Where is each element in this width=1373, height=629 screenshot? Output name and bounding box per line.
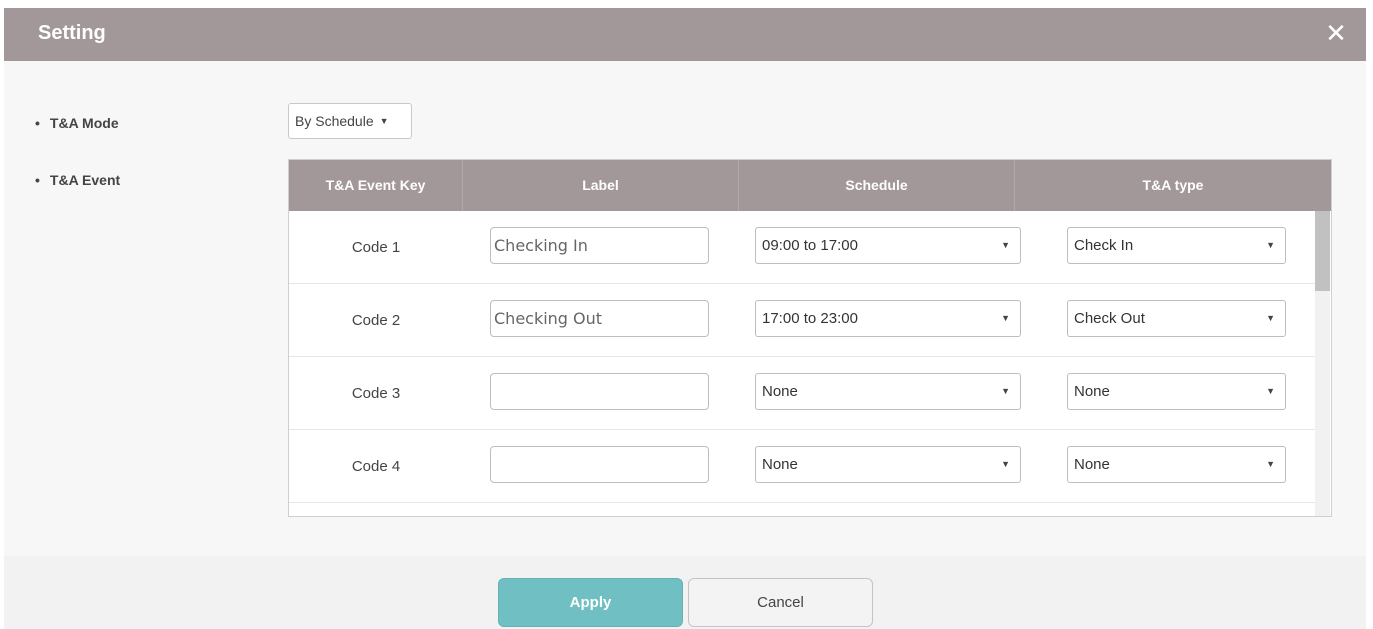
scrollbar-thumb[interactable] [1315,211,1330,291]
dialog-titlebar: Setting ✕ [4,8,1366,61]
ta-event-label-text: T&A Event [49,172,121,188]
bullet: • [35,115,40,131]
label-input[interactable]: Checking In [490,227,709,264]
schedule-value: 17:00 to 23:00 [762,310,858,327]
table-body: Code 1 Checking In 09:00 to 17:00 ▼ Check… [289,211,1315,516]
dialog-footer: Apply Cancel [4,556,1366,629]
ta-type-value: None [1074,456,1110,473]
schedule-select[interactable]: 17:00 to 23:00 ▼ [755,300,1021,337]
ta-type-select[interactable]: Check Out ▼ [1067,300,1286,337]
chevron-down-icon: ▼ [1266,459,1275,469]
ta-type-select[interactable]: Check In ▼ [1067,227,1286,264]
bullet: • [35,172,40,188]
chevron-down-icon: ▼ [1266,386,1275,396]
column-header-ta-type: T&A type [1142,177,1204,193]
schedule-select[interactable]: 09:00 to 17:00 ▼ [755,227,1021,264]
settings-dialog: Setting ✕ • T&A Mode • T&A Event By Schedu… [4,8,1366,629]
chevron-down-icon: ▼ [1001,459,1010,469]
event-key: Code 1 [351,238,401,256]
column-header-event-key: T&A Event Key [289,160,463,211]
event-key: Code 3 [351,384,401,402]
event-key: Code 2 [351,311,401,329]
table-row: Code 1 Checking In 09:00 to 17:00 ▼ Check… [289,211,1315,284]
ta-type-value: None [1074,383,1110,400]
label-input[interactable]: Checking Out [490,300,709,337]
label-input[interactable] [490,446,709,483]
column-header-label: Label [463,160,739,211]
schedule-select[interactable]: None ▼ [755,373,1021,410]
chevron-down-icon: ▼ [1001,240,1010,250]
chevron-down-icon: ▼ [1266,313,1275,323]
close-icon[interactable]: ✕ [1324,20,1348,46]
chevron-down-icon: ▼ [1266,240,1275,250]
table-row: Code 4 None ▼ None ▼ [289,430,1315,503]
schedule-select[interactable]: None ▼ [755,446,1021,483]
ta-type-select[interactable]: None ▼ [1067,446,1286,483]
ta-mode-label: • T&A Mode [35,115,119,131]
event-key: Code 4 [351,457,401,475]
schedule-value: None [762,383,798,400]
ta-mode-label-text: T&A Mode [49,115,119,131]
cancel-button[interactable]: Cancel [688,578,873,627]
chevron-down-icon: ▼ [1001,313,1010,323]
apply-button[interactable]: Apply [498,578,683,627]
table-row: Code 2 Checking Out 17:00 to 23:00 ▼ Chec… [289,284,1315,357]
table-scrollbar[interactable] [1315,211,1330,516]
table-row: Code 3 None ▼ None ▼ [289,357,1315,430]
ta-type-value: Check In [1074,237,1134,254]
ta-event-label: • T&A Event [35,172,120,188]
chevron-down-icon: ▼ [379,116,389,126]
schedule-value: None [762,456,798,473]
dialog-title: Setting [38,22,106,44]
schedule-value: 09:00 to 17:00 [762,237,858,254]
ta-type-select[interactable]: None ▼ [1067,373,1286,410]
ta-type-value: Check Out [1074,310,1145,327]
ta-mode-value: By Schedule [295,113,374,129]
ta-event-table: T&A Event Key Label Schedule T&A type Co… [288,159,1332,517]
table-header: T&A Event Key Label Schedule T&A type [289,160,1331,211]
ta-mode-select[interactable]: By Schedule ▼ [288,103,412,139]
chevron-down-icon: ▼ [1001,386,1010,396]
label-input[interactable] [490,373,709,410]
column-header-schedule: Schedule [739,160,1015,211]
